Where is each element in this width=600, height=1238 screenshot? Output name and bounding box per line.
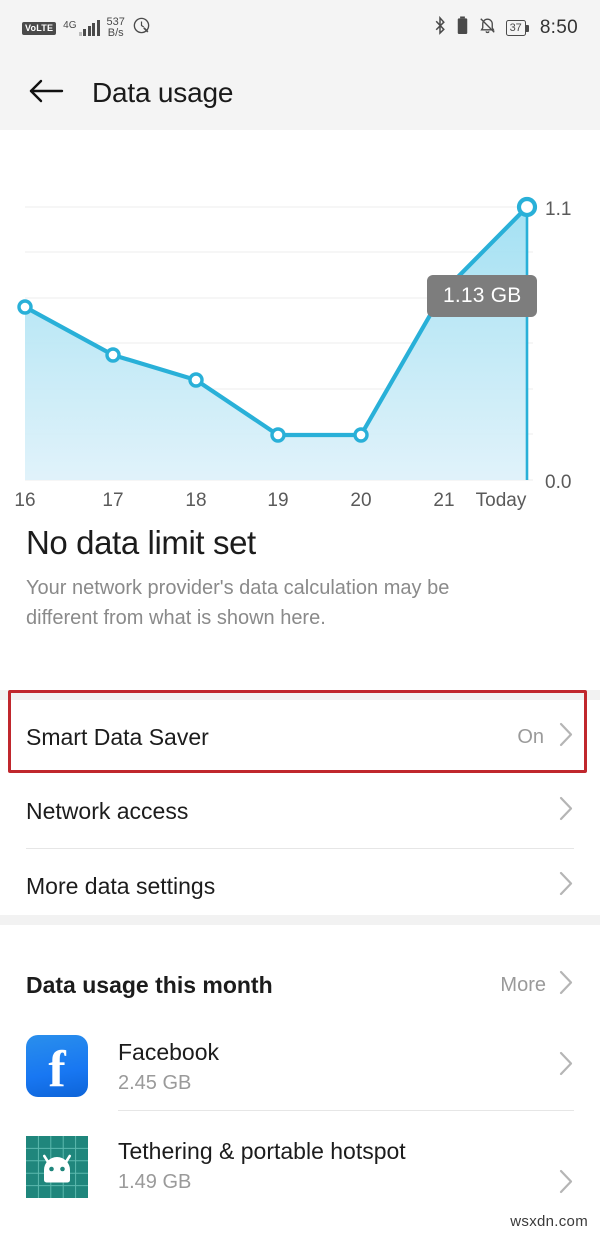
y-tick-bottom: 0.0 [545, 472, 571, 493]
row-label-more-data-settings: More data settings [26, 872, 216, 899]
app-text-facebook: Facebook 2.45 GB [118, 1037, 558, 1095]
eye-comfort-icon [132, 16, 151, 40]
data-point-16 [17, 299, 33, 315]
sidebar-item-smart-data-saver[interactable]: Smart Data Saver On [0, 700, 600, 774]
x-tick-1: 17 [102, 490, 123, 511]
section-divider-top [0, 690, 600, 700]
chevron-right-icon [558, 870, 574, 902]
app-bar: Data usage [0, 56, 600, 130]
usage-area-chart: 1.1 0.0 16 17 18 19 20 21 Today [14, 196, 571, 511]
data-point-19 [270, 427, 286, 443]
back-arrow-icon [28, 77, 64, 110]
status-bar-right: 37 8:50 [433, 15, 578, 40]
usage-section-header: Data usage this month More [0, 955, 600, 1015]
app-row-separator [118, 1110, 574, 1111]
chevron-right-icon [558, 1168, 574, 1200]
chevron-right-icon[interactable] [558, 969, 574, 1001]
data-usage-chart: 1.1 0.0 16 17 18 19 20 21 Today 1.13 GB [0, 130, 600, 520]
x-tick-2: 18 [185, 490, 206, 511]
data-point-today [516, 196, 538, 218]
status-bar: VoLTE 4G 537 B/s 37 8:50 [0, 0, 600, 56]
x-tick-5: 21 [433, 490, 454, 511]
watermark: wsxdn.com [510, 1213, 588, 1230]
data-limit-subtitle: Your network provider's data calculation… [26, 577, 450, 629]
data-point-20 [353, 427, 369, 443]
app-text-tethering: Tethering & portable hotspot 1.49 GB [118, 1136, 558, 1194]
row-label-smart-data-saver: Smart Data Saver [26, 723, 209, 750]
row-value-smart-data-saver: On [517, 725, 544, 748]
data-point-17 [105, 347, 121, 363]
app-size-tethering: 1.49 GB [118, 1171, 192, 1193]
data-point-18 [188, 372, 204, 388]
status-bar-left: VoLTE 4G 537 B/s [22, 16, 151, 40]
chevron-right-icon [558, 1050, 574, 1082]
facebook-icon: f [26, 1035, 88, 1097]
settings-row-group: Smart Data Saver On Network access More … [0, 700, 600, 923]
back-button[interactable] [24, 71, 68, 115]
x-tick-0: 16 [14, 490, 35, 511]
app-name-facebook: Facebook [118, 1039, 220, 1065]
network-gen-label: 4G [63, 19, 77, 31]
signal-bar-group [78, 19, 100, 36]
app-size-facebook: 2.45 GB [118, 1072, 192, 1094]
y-tick-top: 1.1 [545, 199, 571, 220]
row-label-network-access: Network access [26, 797, 189, 824]
app-name-tethering: Tethering & portable hotspot [118, 1138, 406, 1164]
data-speed-unit: B/s [107, 27, 124, 39]
signal-bars-icon: 4G [63, 19, 100, 36]
android-robot-icon [26, 1136, 88, 1198]
usage-more-label: More [500, 973, 546, 996]
x-tick-4: 20 [350, 490, 371, 511]
page-title: Data usage [92, 77, 234, 108]
x-tick-3: 19 [267, 490, 288, 511]
data-speed-indicator: 537 B/s [107, 17, 125, 39]
list-item-facebook[interactable]: f Facebook 2.45 GB [0, 1030, 600, 1102]
sidebar-item-network-access[interactable]: Network access [0, 774, 600, 848]
silent-mode-icon [478, 16, 497, 40]
data-usage-screen: VoLTE 4G 537 B/s 37 8:50 Data usage 1.1 … [0, 0, 600, 1238]
sidebar-item-more-data-settings[interactable]: More data settings [0, 849, 600, 923]
chart-value-tooltip: 1.13 GB [427, 275, 538, 317]
data-limit-title: No data limit set [26, 524, 256, 561]
section-divider-middle [0, 915, 600, 925]
battery-percent-label: 37 [509, 22, 522, 34]
status-bar-clock: 8:50 [539, 17, 578, 38]
bluetooth-icon [433, 15, 447, 40]
volte-badge: VoLTE [22, 21, 57, 35]
usage-section-title: Data usage this month [26, 971, 273, 998]
battery-icon: 37 [505, 20, 530, 36]
chevron-right-icon [558, 721, 574, 753]
x-tick-6: Today [476, 490, 527, 511]
battery-saver-icon [456, 16, 469, 40]
chevron-right-icon [558, 795, 574, 827]
data-limit-block: No data limit set Your network provider'… [0, 522, 600, 633]
